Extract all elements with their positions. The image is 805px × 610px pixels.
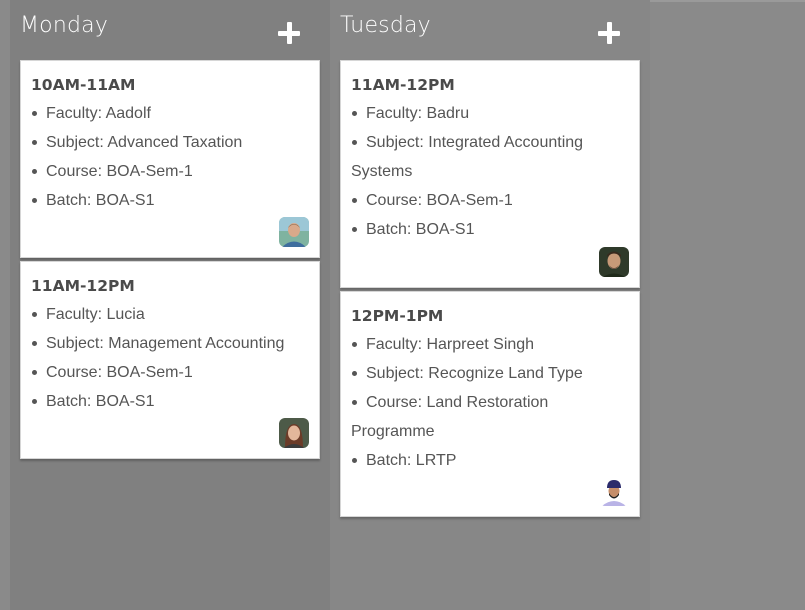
subject-item: Subject: Management Accounting <box>31 329 309 358</box>
day-column-tuesday: Tuesday 11AM-12PM Faculty: Badru Subject… <box>330 0 650 610</box>
faculty-item: Faculty: Lucia <box>31 300 309 329</box>
course-item: Course: BOA-Sem-1 <box>351 186 629 215</box>
day-title: Tuesday <box>340 13 431 38</box>
schedule-card[interactable]: 10AM-11AM Faculty: Aadolf Subject: Advan… <box>20 60 320 258</box>
slot-time: 12PM-1PM <box>351 307 444 325</box>
slot-time: 11AM-12PM <box>31 277 135 295</box>
batch-item: Batch: BOA-S1 <box>31 186 309 215</box>
faculty-avatar-icon <box>599 247 629 277</box>
day-header: Tuesday <box>330 0 650 60</box>
add-slot-plus-icon[interactable] <box>278 22 300 44</box>
top-strip <box>650 0 805 2</box>
subject-item: Subject: Integrated Accounting Systems <box>351 134 584 180</box>
day-header: Monday <box>10 0 330 60</box>
slot-details: Faculty: Aadolf Subject: Advanced Taxati… <box>31 99 309 215</box>
subject-item: Subject: Recognize Land Type <box>351 359 629 388</box>
schedule-card[interactable]: 12PM-1PM Faculty: Harpreet Singh Subject… <box>340 291 640 517</box>
faculty-avatar-icon <box>599 476 629 506</box>
course-item: Course: BOA-Sem-1 <box>31 358 309 387</box>
slot-time: 11AM-12PM <box>351 76 455 94</box>
faculty-item: Faculty: Harpreet Singh <box>351 330 629 359</box>
course-item: Course: Land Restoration Programme <box>351 394 549 440</box>
batch-item: Batch: LRTP <box>351 446 629 475</box>
batch-item: Batch: BOA-S1 <box>351 215 629 244</box>
day-title: Monday <box>20 13 109 38</box>
day-column-monday: Monday 10AM-11AM Faculty: Aadolf Subject… <box>10 0 330 610</box>
faculty-item: Faculty: Badru <box>351 99 629 128</box>
batch-item: Batch: BOA-S1 <box>31 387 309 416</box>
slot-details: Faculty: Harpreet Singh Subject: Recogni… <box>351 330 629 475</box>
faculty-item: Faculty: Aadolf <box>31 99 309 128</box>
faculty-avatar-icon <box>279 418 309 448</box>
course-item: Course: BOA-Sem-1 <box>31 157 309 186</box>
add-slot-plus-icon[interactable] <box>598 22 620 44</box>
schedule-card[interactable]: 11AM-12PM Faculty: Lucia Subject: Manage… <box>20 261 320 459</box>
slot-details: Faculty: Badru Subject: Integrated Accou… <box>351 99 629 244</box>
subject-item: Subject: Advanced Taxation <box>31 128 309 157</box>
faculty-avatar-icon <box>279 217 309 247</box>
slot-time: 10AM-11AM <box>31 76 136 94</box>
schedule-card[interactable]: 11AM-12PM Faculty: Badru Subject: Integr… <box>340 60 640 288</box>
slot-details: Faculty: Lucia Subject: Management Accou… <box>31 300 309 416</box>
